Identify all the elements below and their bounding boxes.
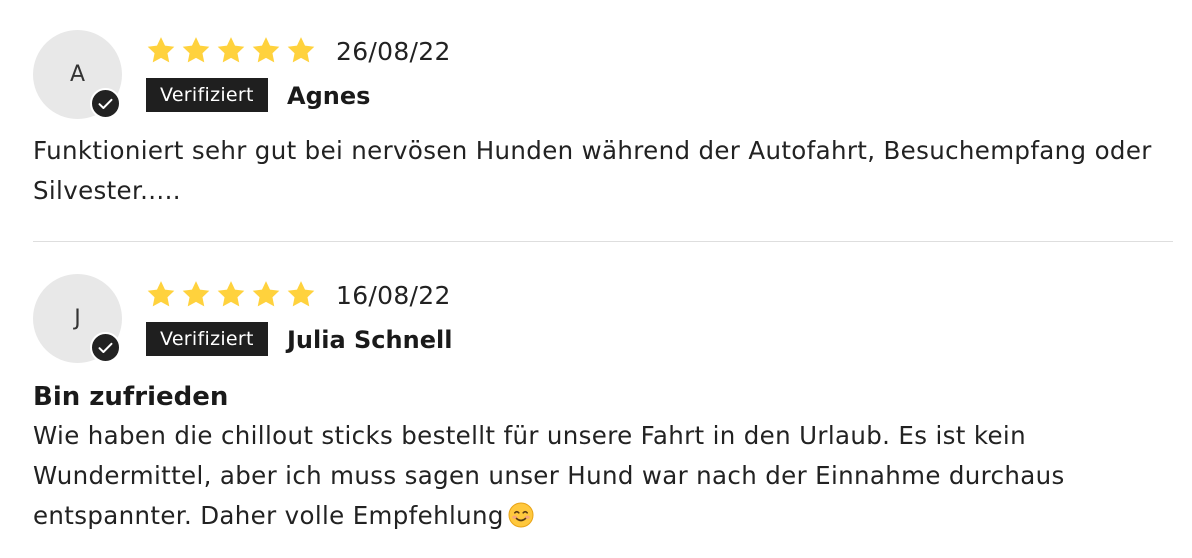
star-icon: [182, 37, 210, 63]
star-icon: [147, 281, 175, 307]
verified-check-icon: [90, 332, 121, 363]
review-date: 26/08/22: [336, 37, 451, 66]
divider: [33, 241, 1173, 242]
review-date: 16/08/22: [336, 281, 451, 310]
review-title: Bin zufrieden: [33, 382, 229, 412]
reviews-list: A 26/08/22 Verifiziert Agnes Funktionier…: [0, 0, 1192, 558]
review-header: A 26/08/22 Verifiziert Agnes: [33, 30, 1173, 122]
avatar-initial: J: [74, 305, 81, 331]
verified-badge: Verifiziert: [146, 78, 268, 112]
star-icon: [252, 281, 280, 307]
smiling-face-emoji-icon: [508, 502, 534, 528]
verified-check-icon: [90, 88, 121, 119]
review-body-container: Wie haben die chillout sticks bestellt f…: [33, 416, 1173, 536]
review-author: Julia Schnell: [287, 326, 453, 354]
review-header: J 16/08/22 Verifiziert Julia Schnell: [33, 274, 1173, 366]
avatar-initial: A: [69, 61, 86, 87]
review-item: J 16/08/22 Verifiziert Julia Schnell Bin…: [33, 274, 1173, 536]
star-icon: [182, 281, 210, 307]
star-icon: [287, 281, 315, 307]
star-icon: [217, 281, 245, 307]
review-item: A 26/08/22 Verifiziert Agnes Funktionier…: [33, 30, 1173, 211]
review-body: Funktioniert sehr gut bei nervösen Hunde…: [33, 136, 1152, 205]
star-rating: [145, 35, 317, 66]
review-body: Wie haben die chillout sticks bestellt f…: [33, 421, 1065, 530]
star-rating: [145, 279, 317, 310]
star-icon: [287, 37, 315, 63]
star-icon: [217, 37, 245, 63]
star-icon: [147, 37, 175, 63]
verified-badge: Verifiziert: [146, 322, 268, 356]
star-icon: [252, 37, 280, 63]
review-author: Agnes: [287, 82, 371, 110]
